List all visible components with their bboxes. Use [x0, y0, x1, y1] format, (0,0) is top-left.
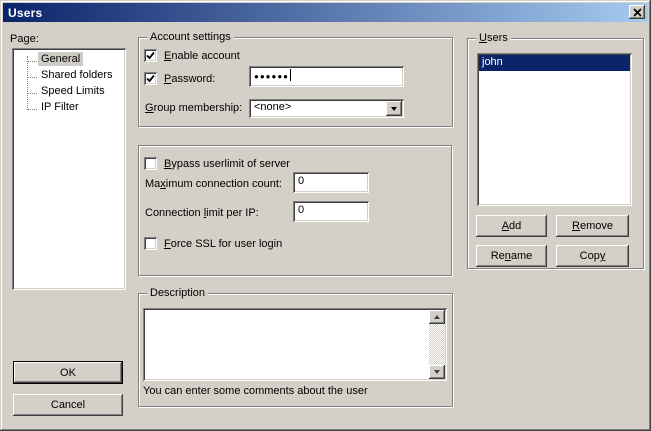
- check-icon: [144, 49, 157, 62]
- arrow-down-icon: [434, 370, 440, 377]
- max-connection-value: 0: [298, 175, 304, 187]
- check-icon: [144, 72, 157, 85]
- close-icon: [633, 8, 642, 17]
- users-dialog: Users Page: General Shared folders Speed…: [0, 0, 651, 431]
- add-button[interactable]: Add: [476, 215, 547, 237]
- group-connection-limits: Bypass userlimit of server Maximum conne…: [138, 145, 452, 276]
- tree-item-general[interactable]: General: [38, 52, 83, 66]
- tree-branch-line: [27, 56, 28, 110]
- remove-button[interactable]: Remove: [556, 215, 629, 237]
- page-label: Page:: [10, 33, 39, 45]
- bypass-userlimit-checkbox[interactable]: [144, 157, 157, 170]
- list-item-john[interactable]: john: [479, 55, 630, 71]
- tree-item-shared-folders[interactable]: Shared folders: [38, 68, 116, 82]
- close-button[interactable]: [629, 5, 645, 19]
- tree-branch-line: [27, 61, 37, 62]
- connection-limit-value: 0: [298, 204, 304, 216]
- group-users: Users john Add Remove Rename Copy: [467, 38, 644, 269]
- enable-account-label: Enable account: [164, 50, 240, 62]
- scroll-up-button[interactable]: [429, 310, 445, 324]
- enable-account-checkbox[interactable]: [144, 49, 157, 62]
- text-caret: [290, 69, 291, 81]
- group-description: Description You can enter some comments …: [138, 293, 453, 407]
- cancel-button[interactable]: Cancel: [13, 394, 123, 416]
- ok-button[interactable]: OK: [13, 361, 123, 384]
- group-membership-select[interactable]: <none>: [249, 99, 404, 118]
- group-membership-value: <none>: [254, 101, 291, 113]
- window-title: Users: [3, 6, 42, 20]
- description-legend: Description: [147, 287, 208, 299]
- description-scrollbar[interactable]: [429, 310, 445, 379]
- users-list[interactable]: john: [477, 53, 632, 206]
- dropdown-button[interactable]: [386, 101, 402, 116]
- max-connection-input[interactable]: 0: [293, 172, 369, 193]
- connection-limit-input[interactable]: 0: [293, 201, 369, 222]
- connection-limit-label: Connection limit per IP:: [145, 207, 259, 219]
- bypass-userlimit-label: Bypass userlimit of server: [164, 158, 290, 170]
- tree-branch-line: [27, 109, 37, 110]
- titlebar[interactable]: Users: [3, 3, 648, 22]
- users-legend: Users: [476, 32, 511, 44]
- chevron-down-icon: [391, 107, 397, 114]
- arrow-up-icon: [434, 312, 440, 319]
- description-hint: You can enter some comments about the us…: [143, 385, 368, 397]
- tree-item-speed-limits[interactable]: Speed Limits: [38, 84, 108, 98]
- force-ssl-checkbox[interactable]: [144, 237, 157, 250]
- password-label: Password:: [164, 73, 215, 85]
- max-connection-label: Maximum connection count:: [145, 178, 282, 190]
- rename-button[interactable]: Rename: [476, 245, 547, 267]
- group-account-settings: Account settings Enable account Password…: [138, 37, 453, 127]
- password-checkbox[interactable]: [144, 72, 157, 85]
- force-ssl-label: Force SSL for user login: [164, 238, 282, 250]
- page-tree[interactable]: General Shared folders Speed Limits IP F…: [12, 48, 126, 290]
- tree-branch-line: [27, 77, 37, 78]
- scroll-down-button[interactable]: [429, 365, 445, 379]
- group-membership-label: Group membership:: [145, 102, 242, 114]
- tree-item-ip-filter[interactable]: IP Filter: [38, 100, 82, 114]
- tree-branch-line: [27, 93, 37, 94]
- account-settings-legend: Account settings: [147, 31, 234, 43]
- copy-button[interactable]: Copy: [556, 245, 629, 267]
- password-input[interactable]: ●●●●●●: [249, 66, 404, 87]
- description-textarea[interactable]: [143, 308, 447, 381]
- password-value: ●●●●●●: [254, 72, 289, 81]
